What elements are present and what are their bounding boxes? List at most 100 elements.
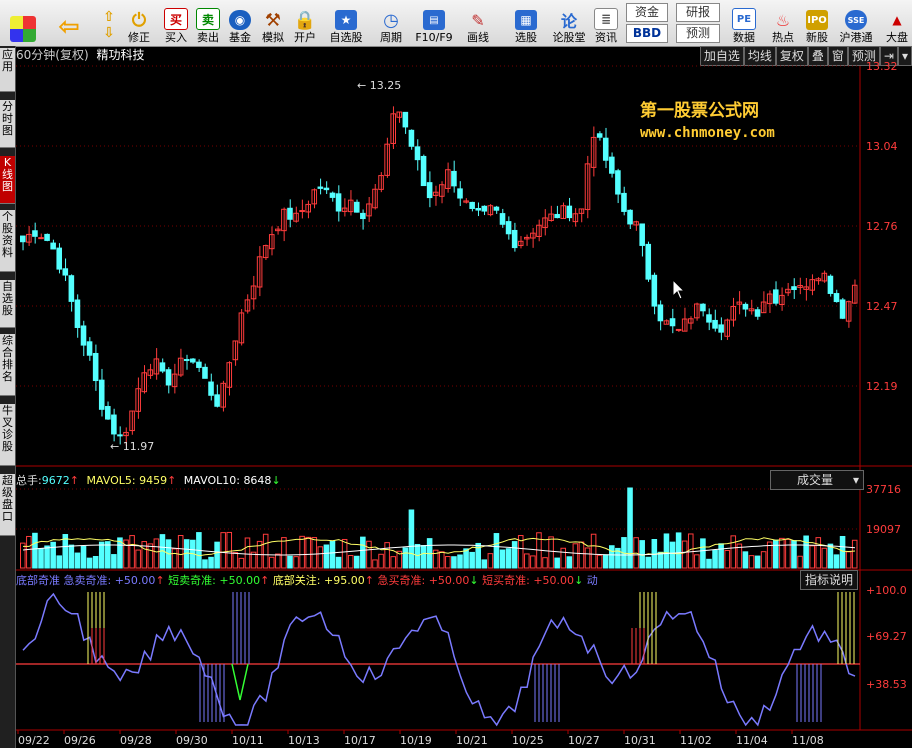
candle-body [105,406,111,420]
volume-bar [98,541,105,569]
candle-body [335,193,342,212]
volume-bar [341,538,348,569]
candle-body [499,213,506,225]
volume-bar [214,541,220,569]
volume-bar [572,543,579,569]
volume-bar [712,549,718,569]
candle-body [481,205,488,212]
x-axis-label: 10/27 [568,734,600,747]
volume-bar [530,555,536,569]
candle-body [111,414,117,435]
x-axis-label: 10/31 [624,734,656,747]
candle-body [408,129,415,147]
candle-body [566,205,573,219]
volume-header: 总手:9672↑ MAVOL5: 9459↑ MAVOL10: 8648↓ [16,472,281,488]
candle-body [511,229,518,249]
kline-chart-canvas[interactable]: 13.32 13.04 12.76 12.47 12.19 ← 13.25 ← 11.97 3… [0,0,912,748]
x-axis-label: 11/04 [736,734,768,747]
volume-bar [627,487,633,569]
volume-bar [299,535,305,569]
up-arrow-icon: ↑ [167,474,177,487]
volume-bar [311,537,318,569]
candle-body [651,274,658,307]
volume-bar [208,556,214,569]
indicator-signal-line [231,663,249,701]
volume-bar [669,541,676,569]
volume-bar [590,533,597,569]
x-axis-label: 10/19 [400,734,432,747]
volume-bar [335,556,342,569]
candle-body [827,275,834,294]
volume-bar [317,546,324,569]
volume-bar [171,548,178,569]
volume-bar [111,554,117,569]
mavol5-label: MAVOL5: [86,474,136,487]
volume-bar [578,541,585,569]
volume-bar [360,536,366,569]
price-tick-label: 13.04 [866,140,898,153]
volume-bar [80,545,87,569]
candle-body [159,362,166,372]
candle-body [190,358,196,363]
volume-bar [32,532,38,569]
up-arrow-icon: ↑ [69,474,79,487]
x-axis-label: 09/26 [64,734,96,747]
candle-body [317,186,324,189]
x-axis-label: 11/08 [792,734,824,747]
volume-bar [439,551,445,569]
volume-bar [262,533,269,569]
volume-bar [26,535,32,569]
candle-body [214,394,220,407]
candle-body [505,221,512,235]
volume-bar [487,553,494,569]
volume-bar [657,551,664,569]
volume-bar [724,549,730,569]
volume-bar [177,535,184,569]
candle-body [287,207,293,220]
volume-bar [44,545,50,569]
x-axis-label: 11/02 [680,734,712,747]
volume-bar [700,538,706,569]
candle-body [493,206,500,211]
mavol5-value: 9459 [139,474,168,487]
volume-bar [372,559,378,569]
candle-body [839,299,846,319]
volume-bar [445,556,451,569]
indicator-header: 底部奇准 急卖奇准: +50.00↑ 短卖奇准: +50.00↑ 底部关注: +… [16,572,598,588]
volume-dropdown[interactable]: 成交量 ▾ [770,470,864,490]
candle-body [196,361,202,368]
volume-bar [542,557,548,569]
volume-bar [754,555,761,569]
volume-bar [420,545,427,569]
indicator-help-button[interactable]: 指标说明 [800,570,859,590]
volume-bar [481,559,488,569]
volume-bar [821,547,828,569]
volume-bar [92,556,99,569]
volume-total-label: 总手: [16,474,42,487]
volume-bar [809,545,815,569]
price-tick-label: 12.47 [866,300,898,313]
mavol10-label: MAVOL10: [183,474,240,487]
volume-bar [797,555,803,569]
volume-bar [554,557,560,569]
volume-bar [505,548,512,569]
volume-bar [493,533,500,569]
x-axis-label: 10/17 [344,734,376,747]
price-tick-label: 13.32 [866,60,898,73]
candle-body [675,328,682,331]
candle-body [117,434,123,437]
candle-body [208,381,214,396]
down-arrow-icon: ↓ [271,474,281,487]
volume-bar [129,535,135,569]
indicator-tick-label: +38.53 [866,678,907,691]
candle-body [772,289,779,304]
volume-bar [244,537,251,569]
volume-bar [74,552,81,569]
volume-bar [38,548,44,569]
x-axis-label: 10/11 [232,734,264,747]
candle-body [32,230,38,237]
volume-bar [596,554,603,569]
candle-body [621,192,627,212]
indicator-tick-label: +100.0 [866,584,907,597]
candle-body [712,319,718,329]
